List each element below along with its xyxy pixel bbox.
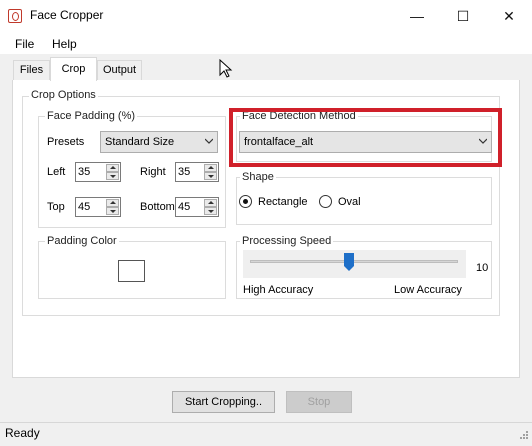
right-up-icon[interactable]: [204, 164, 217, 172]
left-spinner[interactable]: 35: [75, 162, 121, 182]
top-spinner[interactable]: 45: [75, 197, 121, 217]
mouse-cursor-icon: [219, 58, 233, 79]
rectangle-radio[interactable]: [239, 195, 252, 208]
bottom-down-icon[interactable]: [204, 207, 217, 215]
oval-radio[interactable]: [319, 195, 332, 208]
bottom-spinner[interactable]: 45: [175, 197, 219, 217]
padding-color-swatch[interactable]: [118, 260, 145, 282]
tab-files[interactable]: Files: [13, 60, 50, 80]
bottom-up-icon[interactable]: [204, 199, 217, 207]
tab-crop[interactable]: Crop: [50, 57, 97, 81]
shape-label: Shape: [240, 171, 276, 183]
left-value: 35: [78, 166, 91, 178]
speed-slider-track-area: [243, 250, 466, 278]
top-up-icon[interactable]: [106, 199, 119, 207]
status-bar: [0, 422, 532, 446]
stop-button[interactable]: Stop: [286, 391, 352, 413]
window-title: Face Cropper: [30, 8, 104, 22]
resize-grip-icon[interactable]: [517, 430, 529, 442]
bottom-value: 45: [178, 201, 191, 213]
low-accuracy-label: Low Accuracy: [394, 284, 462, 296]
app-icon: [8, 9, 22, 23]
right-value: 35: [178, 166, 191, 178]
presets-value: Standard Size: [105, 136, 175, 148]
left-label: Left: [47, 166, 66, 178]
right-down-icon[interactable]: [204, 172, 217, 180]
chevron-down-icon: [205, 138, 213, 144]
menu-bar: [0, 32, 532, 54]
top-value: 45: [78, 201, 91, 213]
presets-combo[interactable]: Standard Size: [100, 131, 218, 153]
face-padding-label: Face Padding (%): [45, 110, 138, 122]
right-label: Right: [140, 166, 166, 178]
speed-slider-track[interactable]: [250, 260, 458, 263]
padding-color-label: Padding Color: [45, 235, 119, 247]
speed-value: 10: [476, 262, 489, 274]
close-icon[interactable]: ✕: [486, 0, 532, 32]
status-text: Ready: [5, 426, 40, 440]
speed-slider-thumb[interactable]: [344, 253, 354, 271]
tab-output[interactable]: Output: [97, 60, 142, 80]
top-down-icon[interactable]: [106, 207, 119, 215]
oval-label[interactable]: Oval: [338, 196, 361, 208]
top-label: Top: [47, 201, 65, 213]
rectangle-label[interactable]: Rectangle: [258, 196, 308, 208]
start-cropping-button[interactable]: Start Cropping..: [172, 391, 275, 413]
crop-options-label: Crop Options: [29, 89, 98, 101]
high-accuracy-label: High Accuracy: [243, 284, 314, 296]
right-spinner[interactable]: 35: [175, 162, 219, 182]
highlight-box: [229, 108, 502, 167]
maximize-icon[interactable]: ☐: [440, 0, 486, 32]
minimize-icon[interactable]: —: [394, 0, 440, 32]
presets-label: Presets: [47, 136, 85, 148]
menu-file[interactable]: File: [15, 37, 34, 51]
bottom-label: Bottom: [140, 201, 175, 213]
menu-help[interactable]: Help: [52, 37, 77, 51]
processing-speed-label: Processing Speed: [240, 235, 334, 247]
left-up-icon[interactable]: [106, 164, 119, 172]
left-down-icon[interactable]: [106, 172, 119, 180]
